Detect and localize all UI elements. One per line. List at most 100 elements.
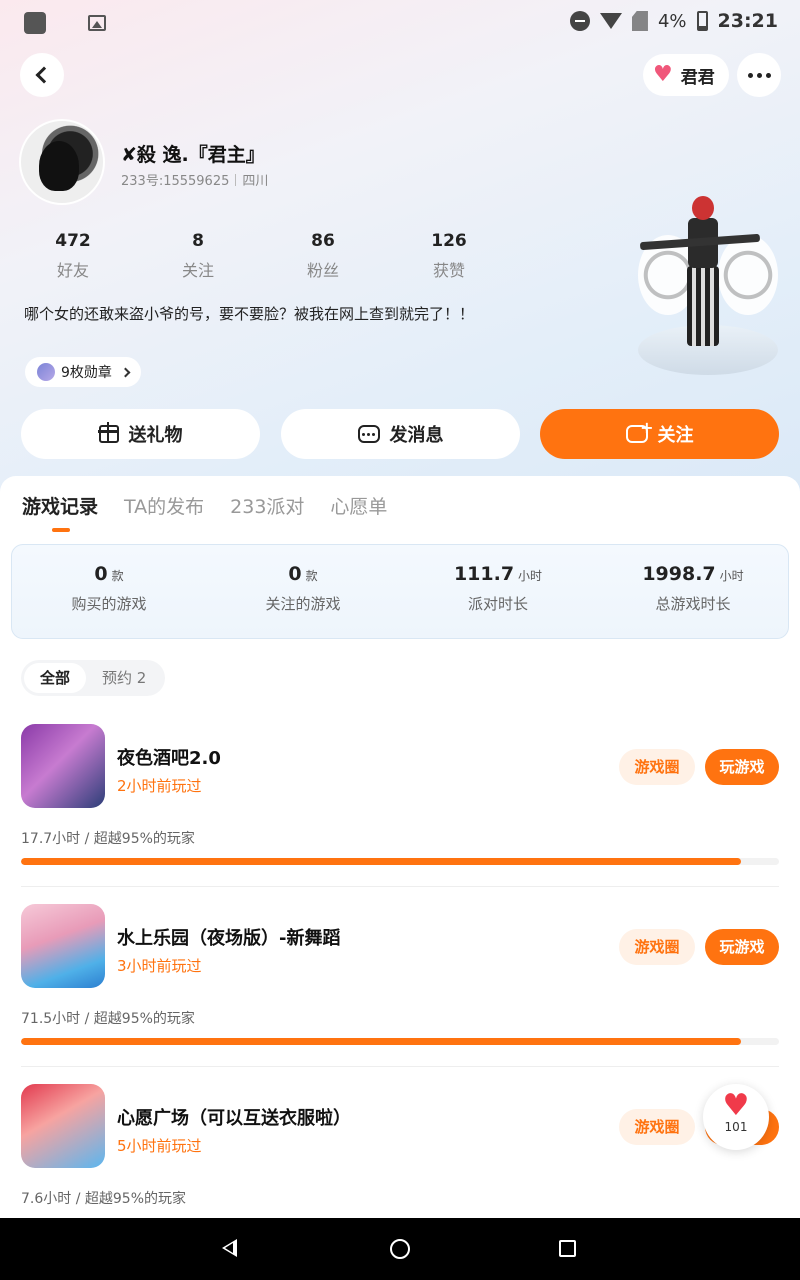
heart-icon: ♥ [653, 62, 673, 87]
no-sim-icon [631, 11, 648, 31]
summary-unit: 款 [305, 569, 318, 583]
back-button[interactable] [20, 53, 64, 97]
game-playtime-stats: 71.5小时 / 超越95%的玩家 [21, 1011, 195, 1027]
do-not-disturb-icon [569, 11, 590, 31]
summary-value: 1998.7 [642, 563, 716, 585]
game-last-played: 5小时前玩过 [117, 1137, 202, 1155]
game-playtime-stats: 17.7小时 / 超越95%的玩家 [21, 831, 195, 847]
heart-icon: ♥ [722, 1088, 750, 1123]
tab-indicator [52, 528, 70, 532]
summary-unit: 款 [111, 569, 124, 583]
game-playtime-stats: 7.6小时 / 超越95%的玩家 [21, 1191, 186, 1207]
game-last-played: 3小时前玩过 [117, 957, 202, 975]
send-gift-label: 送礼物 [128, 425, 183, 446]
summary-followed: 0款 关注的游戏 [206, 563, 400, 614]
chevron-right-icon [120, 367, 131, 377]
system-nav-bar [0, 1218, 800, 1280]
summary-total-time: 1998.7 小时 总游戏时长 [596, 563, 790, 614]
stat-likes[interactable]: 126 获赞 [409, 231, 489, 281]
game-item[interactable]: 水上乐园（夜场版）-新舞蹈 3小时前玩过 游戏圈 玩游戏 71.5小时 / 超越… [0, 904, 800, 1084]
progress-fill [21, 1038, 742, 1045]
badges-label: 9枚勋章 [61, 365, 112, 381]
summary-value: 0 [94, 563, 108, 585]
game-icon[interactable] [21, 724, 105, 808]
user-meta: 233号:15559625 四川 [121, 170, 268, 189]
follow-label: 关注 [657, 425, 694, 446]
stat-label: 粉丝 [306, 261, 339, 280]
summary-value: 111.7 [453, 563, 515, 585]
play-game-button[interactable]: 玩游戏 [705, 749, 779, 785]
game-stats-card: 0款 购买的游戏 0款 关注的游戏 111.7 小时 派对时长 1998.7 小时 … [11, 544, 789, 639]
chevron-left-icon [35, 66, 53, 84]
game-icon[interactable] [21, 1084, 105, 1168]
message-icon [357, 425, 380, 443]
summary-unit: 小时 [719, 569, 744, 583]
figure-head [692, 196, 714, 220]
badge-icon [37, 363, 55, 381]
avatar[interactable] [19, 119, 105, 205]
username: ✘殺 逸.『君主』 [121, 144, 265, 166]
summary-label: 购买的游戏 [71, 595, 147, 613]
clock: 23:21 [717, 10, 778, 32]
stat-label: 好友 [56, 261, 89, 280]
game-progress-bar [21, 1038, 779, 1045]
follow-button[interactable]: 关注 [540, 409, 779, 459]
more-options-button[interactable] [737, 53, 781, 97]
figure-wing-right [718, 235, 778, 315]
game-name: 水上乐园（夜场版）-新舞蹈 [117, 928, 341, 949]
stat-value: 8 [192, 231, 204, 251]
nav-home-icon[interactable] [390, 1239, 410, 1259]
game-last-played: 2小时前玩过 [117, 777, 202, 795]
friend-name: 君君 [680, 67, 715, 88]
figure-legs [687, 266, 719, 346]
game-circle-button[interactable]: 游戏圈 [619, 929, 695, 965]
stat-value: 472 [55, 231, 91, 251]
badges-chip[interactable]: 9枚勋章 [25, 357, 141, 387]
progress-fill [21, 858, 742, 865]
game-name: 夜色酒吧2.0 [117, 748, 221, 769]
send-message-button[interactable]: 发消息 [281, 409, 520, 459]
stat-label: 关注 [181, 261, 214, 280]
game-progress-bar [21, 858, 779, 865]
summary-purchased: 0款 购买的游戏 [12, 563, 206, 614]
friend-chip[interactable]: ♥ 君君 [643, 54, 729, 96]
tab-game-records[interactable]: 游戏记录 [22, 492, 98, 519]
play-game-button[interactable]: 玩游戏 [705, 929, 779, 965]
send-gift-button[interactable]: 送礼物 [21, 409, 260, 459]
like-button[interactable]: ♥ 101 [703, 1084, 769, 1150]
game-icon[interactable] [21, 904, 105, 988]
avatar-3d-figure[interactable] [630, 190, 790, 380]
stat-value: 126 [431, 231, 467, 251]
bio: 哪个女的还敢来盗小爷的号，要不要脸？被我在网上查到就完了！！ [24, 305, 475, 323]
image-notification-icon [88, 15, 106, 31]
tab-wishlist[interactable]: 心愿单 [330, 492, 387, 519]
filter-segment: 全部 预约 2 [21, 660, 166, 696]
stat-fans[interactable]: 86 粉丝 [283, 231, 363, 281]
summary-label: 总游戏时长 [655, 595, 731, 613]
gift-icon [97, 422, 119, 443]
stat-label: 获赞 [432, 261, 465, 280]
game-item[interactable]: 夜色酒吧2.0 2小时前玩过 游戏圈 玩游戏 17.7小时 / 超越95%的玩家 [0, 724, 800, 904]
like-count: 101 [724, 1120, 748, 1134]
summary-unit: 小时 [518, 569, 543, 583]
divider [21, 886, 779, 887]
stat-following[interactable]: 8 关注 [158, 231, 238, 281]
game-circle-button[interactable]: 游戏圈 [619, 749, 695, 785]
user-id: 233号:15559625 [121, 174, 230, 189]
game-circle-button[interactable]: 游戏圈 [619, 1109, 695, 1145]
filter-reserved[interactable]: 预约 2 [86, 663, 162, 693]
nav-back-icon[interactable] [222, 1239, 237, 1257]
game-name: 心愿广场（可以互送衣服啦） [117, 1108, 351, 1129]
meta-divider [235, 173, 237, 186]
follow-icon [625, 418, 654, 443]
dot-icon [756, 72, 762, 78]
stat-friends[interactable]: 472 好友 [33, 231, 113, 281]
dot-icon [765, 72, 771, 78]
dot-icon [747, 72, 753, 78]
tab-posts[interactable]: TA的发布 [124, 492, 204, 519]
nav-recents-icon[interactable] [559, 1240, 576, 1257]
tab-party[interactable]: 233派对 [230, 492, 304, 519]
filter-all[interactable]: 全部 [24, 663, 87, 693]
summary-label: 关注的游戏 [265, 595, 341, 613]
send-message-label: 发消息 [389, 425, 444, 446]
